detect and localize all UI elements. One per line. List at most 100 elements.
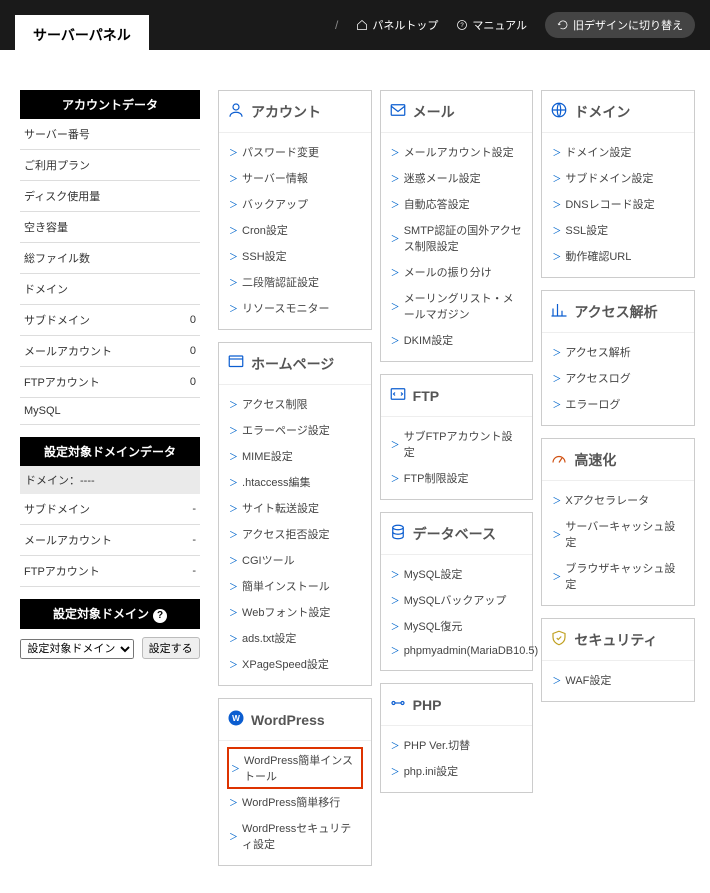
card-wordpress: WWordPress ＞WordPress簡単インストール＞WordPress簡単… (218, 698, 372, 866)
menu-item[interactable]: ＞WAF設定 (550, 667, 686, 693)
menu-item[interactable]: ＞MySQL復元 (389, 613, 525, 639)
menu-item[interactable]: ＞php.ini設定 (389, 758, 525, 784)
menu-item[interactable]: ＞アクセス拒否設定 (227, 521, 363, 547)
old-design-button[interactable]: 旧デザインに切り替え (545, 12, 695, 38)
menu-item[interactable]: ＞SSH設定 (227, 243, 363, 269)
menu-item[interactable]: ＞Webフォント設定 (227, 599, 363, 625)
menu-item[interactable]: ＞バックアップ (227, 191, 363, 217)
menu-item[interactable]: ＞MySQLバックアップ (389, 587, 525, 613)
domain-select[interactable]: 設定対象ドメイン (20, 639, 134, 659)
card-header: アクセス解析 (542, 291, 694, 333)
menu-item[interactable]: ＞.htaccess編集 (227, 469, 363, 495)
card-header: PHP (381, 684, 533, 726)
menu-item[interactable]: ＞二段階認証設定 (227, 269, 363, 295)
menu-item[interactable]: ＞迷惑メール設定 (389, 165, 525, 191)
menu-item[interactable]: ＞アクセス解析 (550, 339, 686, 365)
chevron-right-icon: ＞ (552, 570, 561, 583)
menu-item[interactable]: ＞Xアクセラレータ (550, 487, 686, 513)
chevron-right-icon: ＞ (229, 606, 238, 619)
set-domain-button[interactable]: 設定する (142, 637, 200, 659)
card-account: アカウント＞パスワード変更＞サーバー情報＞バックアップ＞Cron設定＞SSH設定… (218, 90, 372, 330)
php-icon (389, 694, 407, 715)
chevron-right-icon: ＞ (231, 762, 240, 775)
menu-item[interactable]: ＞WordPress簡単インストール (227, 747, 363, 789)
panel-top-link[interactable]: パネルトップ (356, 17, 438, 33)
menu-item[interactable]: ＞XPageSpeed設定 (227, 651, 363, 677)
menu-item[interactable]: ＞簡単インストール (227, 573, 363, 599)
table-row: 空き容量 (20, 212, 200, 243)
chevron-right-icon: ＞ (391, 739, 400, 752)
table-row: ドメイン (20, 274, 200, 305)
help-icon: ? (456, 19, 468, 31)
menu-item[interactable]: ＞動作確認URL (550, 243, 686, 269)
menu-item[interactable]: ＞アクセスログ (550, 365, 686, 391)
chevron-right-icon: ＞ (552, 528, 561, 541)
chevron-right-icon: ＞ (391, 232, 400, 245)
table-row: ディスク使用量 (20, 181, 200, 212)
menu-item[interactable]: ＞サブFTPアカウント設定 (389, 423, 525, 465)
menu-item[interactable]: ＞DNSレコード設定 (550, 191, 686, 217)
menu-item[interactable]: ＞サイト転送設定 (227, 495, 363, 521)
chevron-right-icon: ＞ (552, 346, 561, 359)
menu-item[interactable]: ＞phpmyadmin(MariaDB10.5) (389, 639, 525, 662)
help-badge-icon[interactable]: ? (153, 609, 167, 623)
menu-item[interactable]: ＞ドメイン設定 (550, 139, 686, 165)
chevron-right-icon: ＞ (552, 198, 561, 211)
menu-item[interactable]: ＞SMTP認証の国外アクセス制限設定 (389, 217, 525, 259)
card-header: WWordPress (219, 699, 371, 741)
card-security: セキュリティ ＞WAF設定 (541, 618, 695, 702)
chevron-right-icon: ＞ (229, 476, 238, 489)
chevron-right-icon: ＞ (391, 438, 400, 451)
table-row: MySQL (20, 398, 200, 425)
card-domain: ドメイン ＞ドメイン設定＞サブドメイン設定＞DNSレコード設定＞SSL設定＞動作確… (541, 90, 695, 278)
manual-link[interactable]: ? マニュアル (456, 17, 527, 33)
table-row: メールアカウント- (20, 525, 200, 556)
menu-item[interactable]: ＞メールアカウント設定 (389, 139, 525, 165)
sidebar: アカウントデータ サーバー番号ご利用プランディスク使用量空き容量総ファイル数ドメ… (20, 90, 200, 671)
main-grid: アカウント＞パスワード変更＞サーバー情報＞バックアップ＞Cron設定＞SSH設定… (218, 90, 695, 878)
mail-icon (389, 101, 407, 122)
card-mail: メール＞メールアカウント設定＞迷惑メール設定＞自動応答設定＞SMTP認証の国外ア… (380, 90, 534, 362)
menu-item[interactable]: ＞パスワード変更 (227, 139, 363, 165)
menu-item[interactable]: ＞エラーページ設定 (227, 417, 363, 443)
card-header: ホームページ (219, 343, 371, 385)
table-row: サーバー番号 (20, 119, 200, 150)
chevron-right-icon: ＞ (391, 334, 400, 347)
menu-item[interactable]: ＞メールの振り分け (389, 259, 525, 285)
menu-item[interactable]: ＞WordPress簡単移行 (227, 789, 363, 815)
menu-item[interactable]: ＞サーバー情報 (227, 165, 363, 191)
card-header: ドメイン (542, 91, 694, 133)
chevron-right-icon: ＞ (229, 398, 238, 411)
menu-item[interactable]: ＞WordPressセキュリティ設定 (227, 815, 363, 857)
domain-current: ドメイン：---- (20, 466, 200, 494)
menu-item[interactable]: ＞メーリングリスト・メールマガジン (389, 285, 525, 327)
menu-item[interactable]: ＞リソースモニター (227, 295, 363, 321)
chevron-right-icon: ＞ (229, 198, 238, 211)
top-bar: サーバーパネル / パネルトップ ? マニュアル 旧デザインに切り替え (0, 0, 710, 50)
card-header: セキュリティ (542, 619, 694, 661)
chevron-right-icon: ＞ (391, 146, 400, 159)
menu-item[interactable]: ＞アクセス制限 (227, 391, 363, 417)
card-ftp: FTP＞サブFTPアカウント設定＞FTP制限設定 (380, 374, 534, 500)
svg-text:W: W (232, 714, 240, 723)
table-row: ご利用プラン (20, 150, 200, 181)
menu-item[interactable]: ＞PHP Ver.切替 (389, 732, 525, 758)
menu-item[interactable]: ＞FTP制限設定 (389, 465, 525, 491)
chevron-right-icon: ＞ (229, 450, 238, 463)
menu-item[interactable]: ＞エラーログ (550, 391, 686, 417)
chevron-right-icon: ＞ (229, 224, 238, 237)
menu-item[interactable]: ＞ブラウザキャッシュ設定 (550, 555, 686, 597)
domain-data-table: サブドメイン-メールアカウント-FTPアカウント- (20, 494, 200, 587)
menu-item[interactable]: ＞ads.txt設定 (227, 625, 363, 651)
menu-item[interactable]: ＞サーバーキャッシュ設定 (550, 513, 686, 555)
menu-item[interactable]: ＞自動応答設定 (389, 191, 525, 217)
chevron-right-icon: ＞ (391, 472, 400, 485)
homepage-icon (227, 353, 245, 374)
menu-item[interactable]: ＞DKIM設定 (389, 327, 525, 353)
menu-item[interactable]: ＞MySQL設定 (389, 561, 525, 587)
menu-item[interactable]: ＞SSL設定 (550, 217, 686, 243)
menu-item[interactable]: ＞CGIツール (227, 547, 363, 573)
menu-item[interactable]: ＞サブドメイン設定 (550, 165, 686, 191)
menu-item[interactable]: ＞MIME設定 (227, 443, 363, 469)
menu-item[interactable]: ＞Cron設定 (227, 217, 363, 243)
